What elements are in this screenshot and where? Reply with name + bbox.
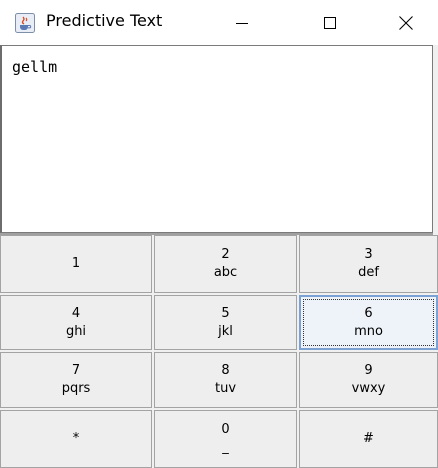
key-9[interactable]: 9 vwxy [299, 352, 438, 408]
key-star-symbol: * [72, 431, 80, 446]
key-8-letters: tuv [214, 381, 237, 396]
key-0-number: 0 [221, 422, 230, 437]
key-8[interactable]: 8 tuv [154, 352, 297, 408]
key-7-number: 7 [71, 363, 81, 378]
key-5-letters: jkl [218, 323, 233, 339]
key-4-number: 4 [71, 305, 81, 321]
key-hash-symbol: # [363, 431, 374, 446]
key-2-letters: abc [213, 265, 238, 280]
key-1-number: 1 [71, 256, 81, 271]
key-star[interactable]: * [0, 410, 152, 468]
key-9-number: 9 [364, 363, 373, 378]
window-title: Predictive Text [46, 11, 163, 30]
text-area[interactable]: gellm [0, 45, 433, 233]
key-6-letters: mno [354, 323, 383, 339]
key-8-number: 8 [221, 363, 230, 378]
key-3[interactable]: 3 def [299, 235, 438, 293]
key-5[interactable]: 5 jkl [154, 295, 297, 350]
text-area-content: gellm [12, 58, 58, 76]
key-5-number: 5 [221, 305, 230, 321]
close-icon [399, 15, 413, 30]
key-7[interactable]: 7 pqrs [0, 352, 152, 408]
key-0[interactable]: 0 _ [154, 410, 297, 468]
app-window: Predictive Text gellm 1 2 abc 3 def 4 gh… [0, 0, 438, 468]
key-6-number: 6 [364, 305, 373, 321]
key-4-letters: ghi [65, 323, 87, 339]
key-3-letters: def [358, 265, 379, 280]
key-9-letters: vwxy [351, 381, 386, 396]
maximize-icon [324, 16, 336, 29]
key-4[interactable]: 4 ghi [0, 295, 152, 350]
key-3-number: 3 [364, 247, 373, 262]
maximize-button[interactable] [302, 0, 358, 45]
key-0-letters: _ [222, 440, 229, 455]
title-bar[interactable]: Predictive Text [0, 0, 438, 45]
key-7-letters: pqrs [61, 381, 91, 396]
key-2-number: 2 [221, 247, 230, 262]
key-6[interactable]: 6 mno [299, 295, 438, 350]
minimize-icon [236, 22, 248, 24]
keypad: 1 2 abc 3 def 4 ghi 5 jkl 6 mno 7 pqrs 8 [0, 235, 438, 468]
key-2[interactable]: 2 abc [154, 235, 297, 293]
key-1[interactable]: 1 [0, 235, 152, 293]
key-hash[interactable]: # [299, 410, 438, 468]
java-coffee-cup-icon [15, 13, 35, 33]
minimize-button[interactable] [214, 0, 270, 45]
close-button[interactable] [378, 0, 434, 45]
